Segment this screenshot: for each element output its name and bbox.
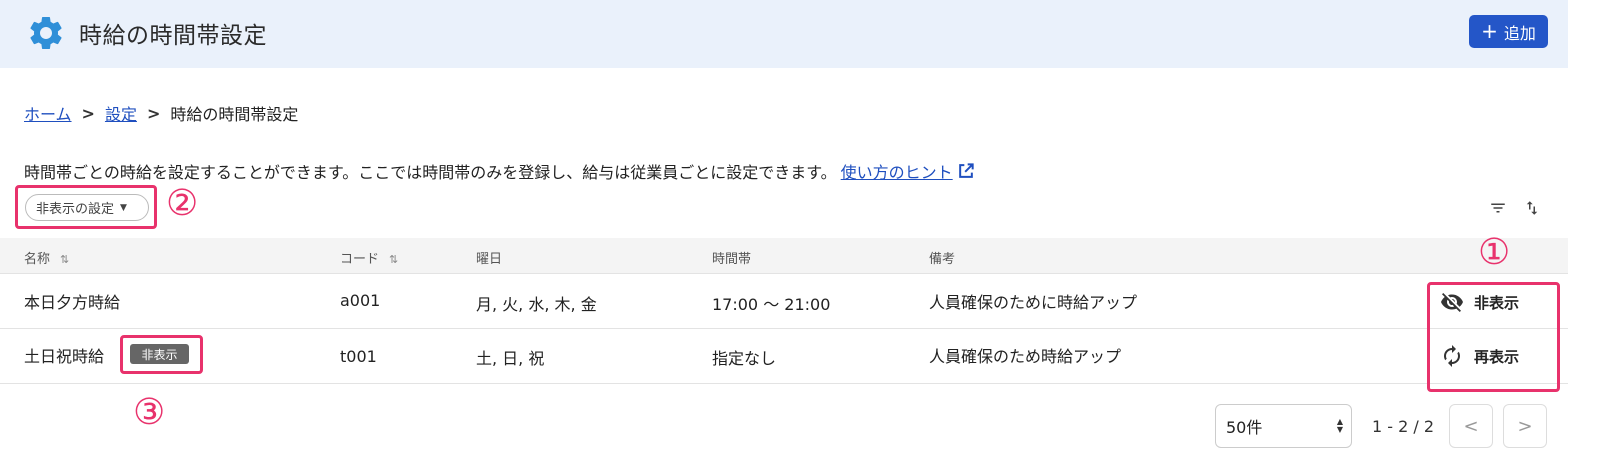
cell-name: 本日夕方時給 xyxy=(24,293,121,312)
chevron-left-icon: < xyxy=(1463,415,1479,437)
cell-note: 人員確保のため時給アップ xyxy=(929,347,1122,366)
cell-code: t001 xyxy=(340,347,377,366)
divider xyxy=(0,328,1568,329)
plus-icon: + xyxy=(1481,18,1498,43)
sort-icon[interactable]: ⇅ xyxy=(60,253,69,266)
page-description: 時間帯ごとの時給を設定することができます。ここでは時間帯のみを登録し、給与は従業… xyxy=(24,159,976,183)
breadcrumb-home-link[interactable]: ホーム xyxy=(24,101,72,125)
page-range: 1 - 2 / 2 xyxy=(1372,417,1435,436)
column-header-days: 曜日 xyxy=(476,252,503,267)
cell-name: 土日祝時給 xyxy=(24,347,105,366)
sort-icon[interactable] xyxy=(1523,199,1541,217)
annotation-number-1: ① xyxy=(1478,232,1511,273)
cell-code: a001 xyxy=(340,291,381,310)
cell-time: 17:00 〜 21:00 xyxy=(712,295,831,314)
column-header-note: 備考 xyxy=(929,252,956,267)
description-text: 時間帯ごとの時給を設定することができます。ここでは時間帯のみを登録し、給与は従業… xyxy=(24,163,837,182)
column-header-code[interactable]: コード ⇅ xyxy=(340,248,398,267)
per-page-select[interactable]: 50件 ▲ ▼ xyxy=(1215,404,1352,448)
breadcrumb: ホーム > 設定 > 時給の時間帯設定 xyxy=(24,101,298,125)
per-page-value: 50件 xyxy=(1226,418,1263,437)
gear-icon xyxy=(30,16,62,49)
column-header-time: 時間帯 xyxy=(712,252,752,267)
column-header-name[interactable]: 名称 ⇅ xyxy=(24,248,69,267)
annotation-number-2: ② xyxy=(166,183,199,224)
annotation-box-1 xyxy=(1427,282,1560,392)
breadcrumb-settings-link[interactable]: 設定 xyxy=(105,101,137,125)
add-button-label: 追加 xyxy=(1503,23,1536,43)
chevron-right-icon: > xyxy=(81,103,95,123)
chevron-right-icon: > xyxy=(146,103,161,123)
chevron-right-icon: > xyxy=(1517,415,1533,437)
cell-note: 人員確保のために時給アップ xyxy=(929,293,1138,312)
external-link-icon[interactable] xyxy=(956,161,976,181)
page-title: 時給の時間帯設定 xyxy=(79,23,267,49)
breadcrumb-current: 時給の時間帯設定 xyxy=(170,105,299,124)
filter-icon[interactable] xyxy=(1489,199,1507,217)
divider xyxy=(0,383,1568,384)
next-page-button[interactable]: > xyxy=(1503,404,1547,448)
add-button[interactable]: + 追加 xyxy=(1469,15,1548,48)
sort-icon[interactable]: ⇅ xyxy=(389,253,398,266)
page-header: 時給の時間帯設定 + 追加 xyxy=(0,0,1568,68)
annotation-box-2 xyxy=(15,185,157,229)
annotation-box-3 xyxy=(120,335,203,374)
annotation-number-3: ③ xyxy=(133,392,166,433)
cell-days: 月, 火, 水, 木, 金 xyxy=(476,295,597,314)
hint-link[interactable]: 使い方のヒント xyxy=(841,159,953,183)
select-arrows-icon: ▲ ▼ xyxy=(1336,417,1343,434)
table-header xyxy=(0,238,1568,274)
divider xyxy=(0,273,1568,274)
prev-page-button[interactable]: < xyxy=(1449,404,1493,448)
cell-time: 指定なし xyxy=(712,349,777,368)
cell-days: 土, 日, 祝 xyxy=(476,349,545,368)
